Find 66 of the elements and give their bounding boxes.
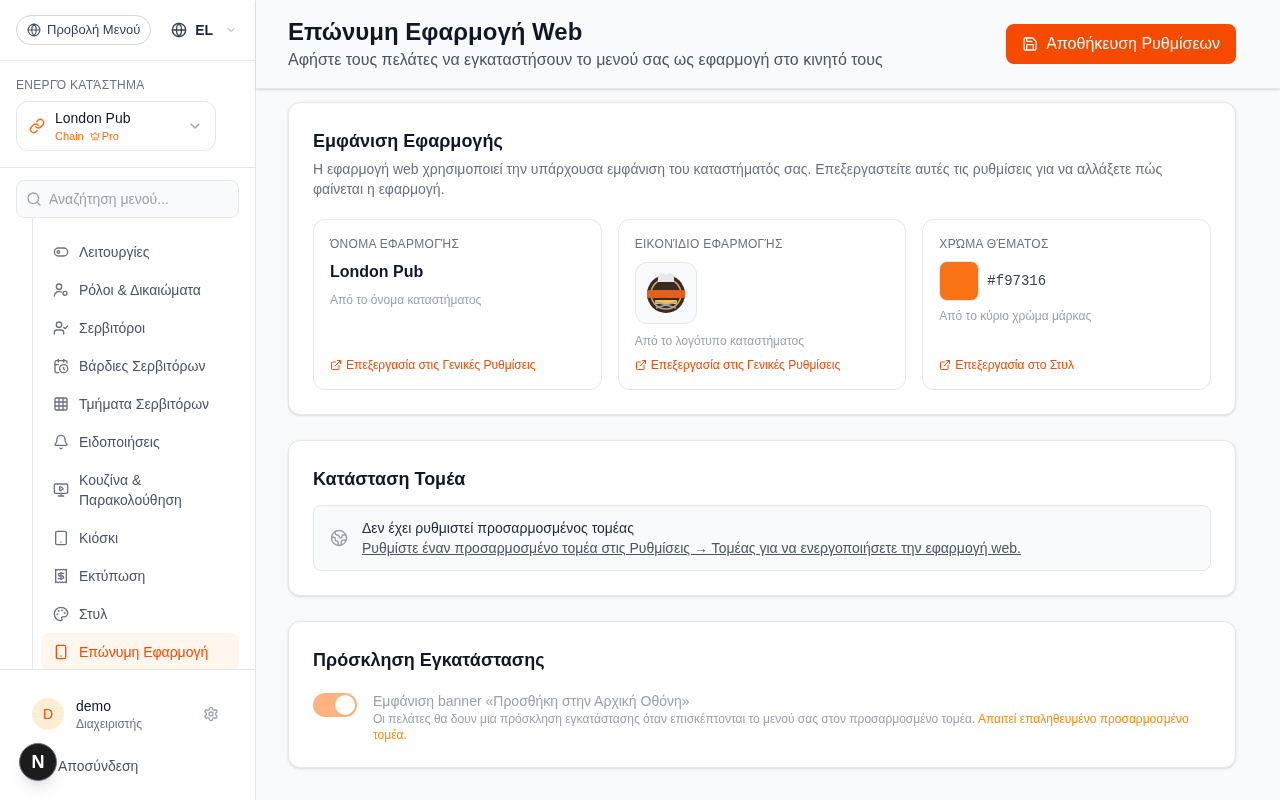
sidebar-nav-item[interactable]: Λειτουργίες: [41, 233, 239, 271]
store-selector[interactable]: London Pub Chain Pro: [16, 101, 216, 151]
user-dot-icon: [53, 282, 69, 298]
monitor-play-icon: [53, 482, 69, 498]
save-icon: [1022, 36, 1039, 52]
domain-settings-link[interactable]: Ρυθμίστε έναν προσαρμοσμένο τομέα στις Ρυθμίσεις → Τομέας για να ενεργοποιήσετε την εφαρμογή web.: [362, 538, 1021, 558]
user-name: demo: [76, 697, 113, 716]
tablet-icon: [53, 530, 69, 546]
globe-icon: [330, 529, 348, 547]
notice-title: Δεν έχει ρυθμιστεί προσαρμοσμένος τομέας: [362, 519, 635, 538]
section-heading: ΕΝΕΡΓΌ ΚΑΤΆΣΤΗΜΑ: [16, 77, 146, 93]
plan-label: Pro: [101, 129, 119, 144]
link-icon: [29, 118, 45, 134]
sidebar-nav-item[interactable]: Εκτύπωση: [41, 557, 239, 595]
setting-source: Από το λογότυπο καταστήματος: [634, 333, 805, 349]
sidebar-nav-item[interactable]: Σερβιτόροι: [41, 309, 239, 347]
menu-preview-button[interactable]: Προβολή Μενού: [16, 15, 152, 45]
palette-icon: [53, 606, 69, 622]
store-type: Chain: [55, 129, 84, 144]
globe-icon: [171, 22, 188, 38]
color-hex-value: #f97316: [987, 272, 1047, 291]
setting-source: Από το κύριο χρώμα μάρκας: [939, 308, 1093, 324]
settings-icon: [203, 706, 219, 722]
toggle-icon: [53, 244, 69, 260]
crown-icon: [89, 131, 100, 141]
sidebar-nav-item[interactable]: Βάρδιες Σερβιτόρων: [41, 347, 239, 385]
page-title: Επώνυμη Εφαρμογή Web: [288, 17, 584, 47]
sidebar-nav-item[interactable]: Ειδοποιήσεις: [41, 423, 239, 461]
section-title: Κατάσταση Τομέα: [313, 468, 467, 491]
store-name: London Pub: [55, 109, 132, 128]
app-icon-drawing: [634, 262, 697, 324]
setting-label: ΌΝΟΜΑ ΕΦΑΡΜΟΓΉΣ: [330, 236, 461, 252]
user-check-icon: [53, 320, 69, 336]
setting-source: Από το όνομα καταστήματος: [330, 292, 483, 308]
section-title: Εμφάνιση Εφαρμογής: [313, 130, 504, 153]
save-settings-button[interactable]: Αποθήκευση Ρυθμίσεων: [1006, 24, 1236, 64]
sidebar-nav-item[interactable]: Τμήματα Σερβιτόρων: [41, 385, 239, 423]
section-title: Πρόσκληση Εγκατάστασης: [313, 649, 546, 672]
edit-link[interactable]: Επεξεργασία στις Γενικές Ρυθμίσεις: [634, 349, 890, 373]
sidebar-nav-item[interactable]: Στυλ: [41, 595, 239, 633]
page-subtitle: Αφήστε τους πελάτες να εγκαταστήσουν το μενού σας ως εφαρμογή στο κινητό τους: [288, 50, 883, 70]
smartphone-icon: [53, 644, 69, 660]
bell-icon: [53, 434, 69, 450]
external-link-icon: [634, 359, 647, 371]
sidebar-nav-item[interactable]: Ρόλοι & Δικαιώματα: [41, 271, 239, 309]
settings-button[interactable]: [201, 704, 221, 724]
edit-link[interactable]: Επεξεργασία στις Γενικές Ρυθμίσεις: [330, 349, 585, 373]
grid-icon: [53, 396, 69, 412]
receipt-icon: [53, 568, 69, 584]
setting-label: ΧΡΏΜΑ ΘΈΜΑΤΟΣ: [939, 236, 1050, 252]
globe-icon: [27, 23, 41, 37]
toggle-label: Εμφάνιση banner «Προσθήκη στην Αρχική Οθόνη»: [373, 692, 691, 711]
section-description: Η εφαρμογή web χρησιμοποιεί την υπάρχουσα εμφάνιση του καταστήματός σας. Επεξεργαστείτε αυτές τις ρυθμίσεις για να αλλάξετε πώς φαίνεται η εφαρμογή.: [313, 160, 1164, 199]
language-selector[interactable]: EL: [171, 20, 238, 40]
user-role: Διαχειριστής: [76, 716, 144, 732]
sidebar-nav-item[interactable]: Κιόσκι: [41, 519, 239, 557]
toggle-description: Οι πελάτες θα δουν μια πρόσκληση εγκατάστασης όταν επισκέπτονται το μενού σας στον προσαρμοσμένο τομέα. Απαιτεί επαληθευμένο προσαρμοσμένο τομέα.: [373, 711, 1190, 743]
edit-link[interactable]: Επεξεργασία στο Στυλ: [939, 349, 1194, 373]
sidebar-nav-item[interactable]: Κουζίνα & Παρακολούθηση: [41, 461, 239, 519]
external-link-icon: [330, 359, 342, 371]
user-avatar: D: [32, 698, 64, 730]
app-name-value: London Pub: [330, 262, 425, 282]
calendar-clock-icon: [53, 358, 69, 374]
setting-label: ΕΙΚΟΝΊΔΙΟ ΕΦΑΡΜΟΓΉΣ: [634, 236, 784, 252]
search-field[interactable]: Αναζήτηση μενού...: [16, 180, 239, 218]
external-link-icon: [939, 359, 952, 371]
